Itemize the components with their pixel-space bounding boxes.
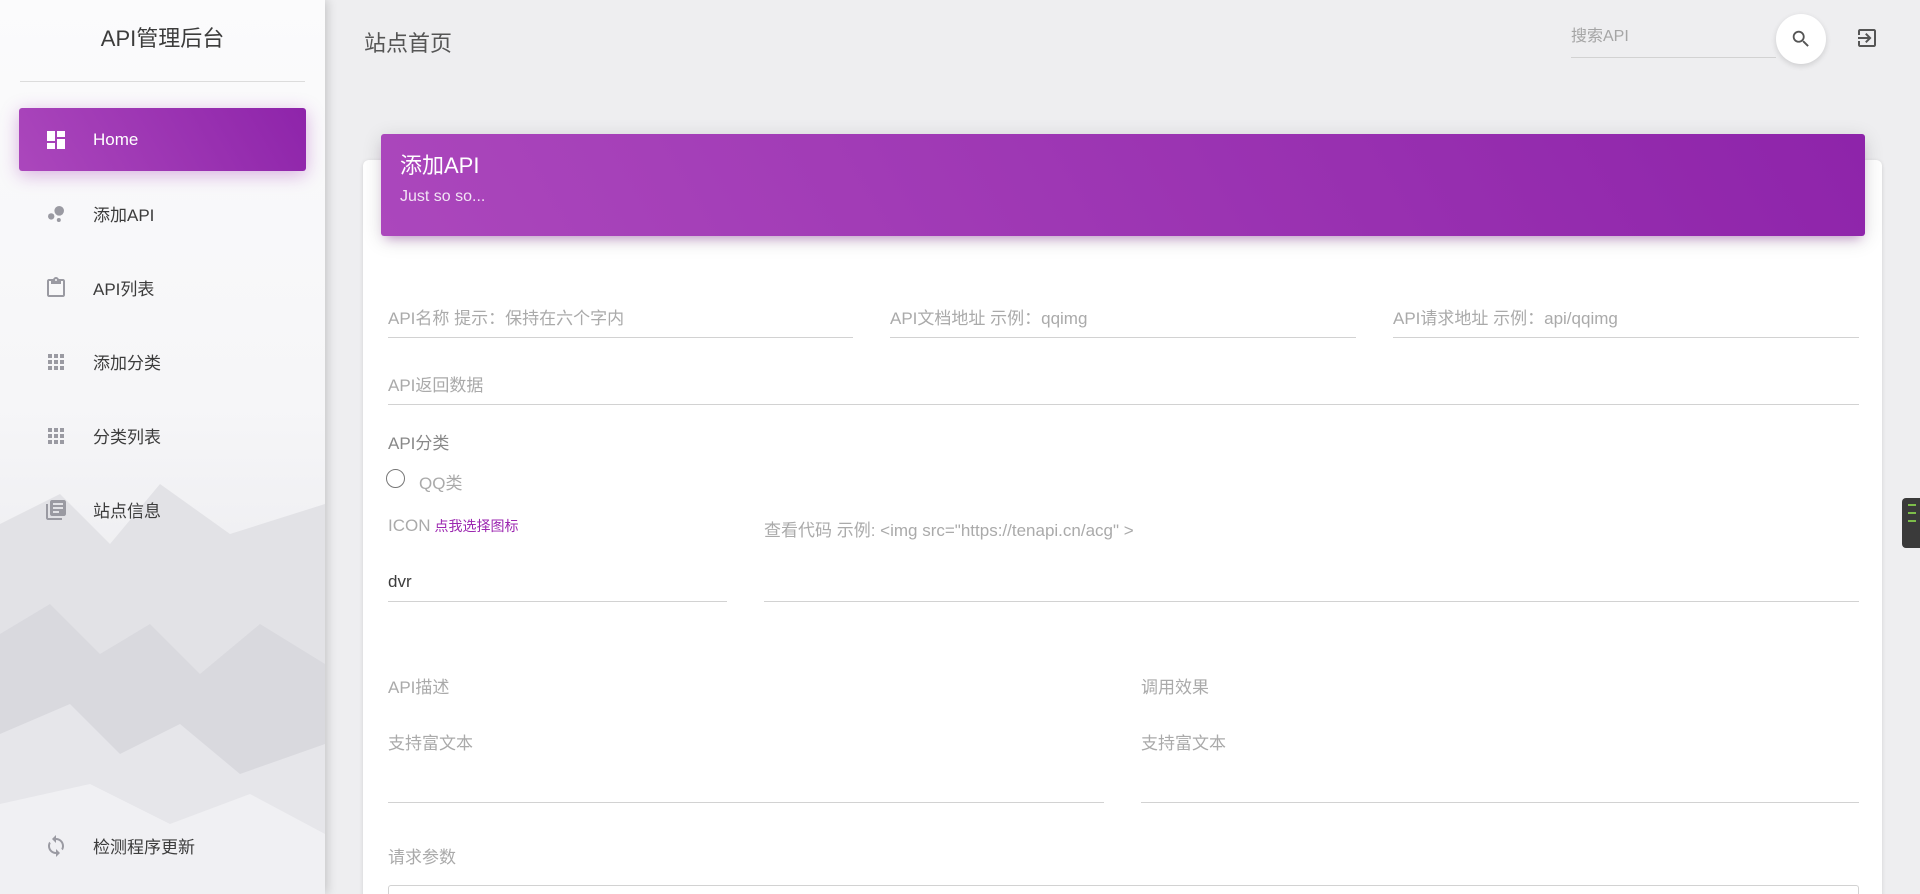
sidebar-item-label: 检测程序更新 — [93, 838, 195, 857]
category-option-label: QQ类 — [419, 474, 463, 493]
search-field — [1571, 20, 1776, 58]
card-header: 添加API Just so so... — [381, 134, 1865, 236]
code-field — [764, 562, 1859, 602]
sidebar-item-check-update[interactable]: 检测程序更新 — [19, 814, 306, 877]
sidebar-item-add-api[interactable]: 添加API — [19, 182, 306, 245]
sidebar: API管理后台 Home 添加API API列表 添加分类 分类列表 站点信息 … — [0, 0, 325, 894]
params-editor[interactable] — [388, 885, 1859, 894]
search-input[interactable] — [1571, 20, 1776, 54]
app-brand: API管理后台 — [20, 0, 305, 82]
sidebar-nav: Home 添加API API列表 添加分类 分类列表 站点信息 — [0, 108, 325, 541]
refresh-icon — [43, 833, 69, 859]
icon-input[interactable] — [388, 562, 727, 601]
request-url-input[interactable] — [1393, 300, 1859, 337]
icon-label: ICON — [388, 516, 431, 535]
return-data-input[interactable] — [388, 367, 1859, 404]
library-books-icon — [43, 497, 69, 523]
sidebar-bottom: 检测程序更新 — [0, 814, 325, 888]
card-subtitle: Just so so... — [400, 188, 486, 205]
choose-icon-link[interactable]: 点我选择图标 — [435, 518, 519, 534]
code-label: 查看代码 示例: <img src="https://tenapi.cn/acg… — [764, 521, 1134, 540]
sidebar-item-label: 分类列表 — [93, 428, 161, 447]
sidebar-item-label: 添加分类 — [93, 354, 161, 373]
sidebar-item-site-info[interactable]: 站点信息 — [19, 478, 306, 541]
icon-field — [388, 562, 727, 602]
sidebar-item-category-list[interactable]: 分类列表 — [19, 404, 306, 467]
side-widget-tab[interactable] — [1902, 498, 1920, 548]
request-url-field — [1393, 300, 1859, 338]
sidebar-item-home[interactable]: Home — [19, 108, 306, 171]
api-name-input[interactable] — [388, 300, 853, 337]
sidebar-item-add-category[interactable]: 添加分类 — [19, 330, 306, 393]
effect-editor[interactable] — [1141, 760, 1859, 803]
page-title: 站点首页 — [364, 31, 453, 56]
icon-label-wrap: ICON 点我选择图标 — [388, 516, 519, 536]
search-icon — [1792, 30, 1809, 47]
code-input[interactable] — [764, 562, 1859, 601]
bubble-chart-icon — [43, 201, 69, 227]
dashboard-icon — [43, 127, 69, 153]
category-label: API分类 — [388, 434, 450, 453]
desc-editor[interactable] — [388, 760, 1104, 803]
card-title: 添加API — [400, 153, 480, 178]
params-label: 请求参数 — [388, 848, 456, 867]
desc-placeholder: 支持富文本 — [388, 734, 473, 753]
doc-url-input[interactable] — [890, 300, 1356, 337]
sidebar-item-label: API列表 — [93, 280, 155, 299]
category-radio-qq[interactable] — [386, 469, 405, 488]
doc-url-field — [890, 300, 1356, 338]
exit-icon — [1858, 29, 1876, 47]
sidebar-item-label: 添加API — [93, 206, 155, 225]
logout-button[interactable] — [1853, 24, 1881, 52]
return-data-field — [388, 367, 1859, 405]
effect-placeholder: 支持富文本 — [1141, 734, 1226, 753]
effect-label: 调用效果 — [1141, 678, 1209, 697]
api-name-field — [388, 300, 853, 338]
sidebar-item-label: 站点信息 — [93, 502, 161, 521]
desc-label: API描述 — [388, 678, 450, 697]
clipboard-icon — [43, 275, 69, 301]
sidebar-item-api-list[interactable]: API列表 — [19, 256, 306, 319]
apps-icon — [43, 423, 69, 449]
search-button[interactable] — [1776, 14, 1826, 64]
apps-icon — [43, 349, 69, 375]
sidebar-item-label: Home — [93, 129, 139, 149]
